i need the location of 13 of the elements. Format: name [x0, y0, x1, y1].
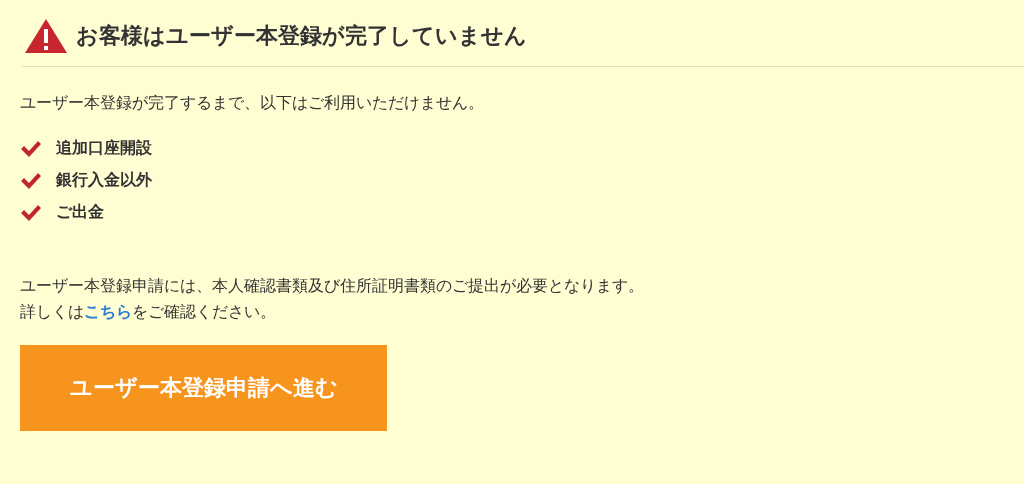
check-icon: [20, 203, 42, 222]
details-link[interactable]: こちら: [84, 302, 132, 321]
details-text: 詳しくはこちら をご確認ください。: [20, 301, 277, 323]
alert-title: お客様はユーザー本登録が完了していません: [76, 22, 527, 50]
check-icon: [20, 139, 42, 158]
requirement-text: ユーザー本登録申請には、本人確認書類及び住所証明書類のご提出が必要となります。: [20, 275, 645, 297]
restriction-item: 銀行入金以外: [56, 170, 152, 191]
restriction-item: 追加口座開設: [56, 138, 152, 159]
intro-text: ユーザー本登録が完了するまで、以下はご利用いただけません。: [20, 93, 485, 114]
check-icon: [20, 171, 42, 190]
apply-button[interactable]: ユーザー本登録申請へ進む: [20, 345, 387, 431]
restriction-item: ご出金: [56, 202, 104, 223]
warning-icon: [24, 18, 68, 54]
